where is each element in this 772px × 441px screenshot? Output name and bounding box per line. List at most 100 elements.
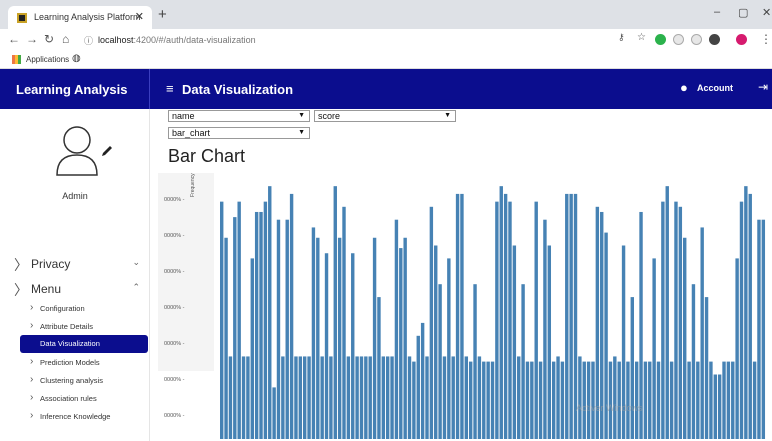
bar [630, 297, 634, 439]
bar [669, 361, 674, 439]
chevron-right-icon: 〉 [14, 257, 28, 273]
bar [254, 211, 259, 439]
profile-icon[interactable] [736, 34, 747, 45]
bar [683, 237, 687, 439]
bar [490, 361, 495, 439]
browser-tab[interactable]: Learning Analysis Platform ✕ [8, 6, 152, 29]
bar [482, 361, 486, 439]
key-icon[interactable]: ⚷ [618, 32, 625, 43]
address-bar[interactable]: ⓘ localhost:4200/#/auth/data-visualizati… [84, 31, 674, 49]
bar [316, 237, 320, 439]
bar [416, 335, 420, 439]
user-name: Admin [62, 191, 88, 201]
sidebar-item-configuration[interactable]: › Configuration [20, 300, 148, 318]
sidebar-item-data-visualization[interactable]: Data Visualization [20, 335, 148, 353]
bar [565, 193, 569, 439]
reload-icon[interactable]: ↻ [44, 32, 54, 46]
bar [739, 201, 744, 439]
sidebar-item-label: Clustering analysis [40, 376, 103, 385]
sidebar-item-attribute-details[interactable]: › Attribute Details [20, 318, 148, 336]
bar [368, 356, 372, 439]
bar [407, 356, 412, 439]
sidebar-item-inference-knowledge[interactable]: › Inference Knowledge [20, 408, 148, 426]
minimize-icon[interactable]: – [714, 6, 720, 18]
bookmark-applications[interactable]: Applications [26, 55, 69, 64]
app-header: Learning Analysis ≡ Data Visualization ●… [0, 69, 772, 109]
windows-watermark: Activer Windows [576, 403, 643, 413]
forward-icon[interactable]: → [26, 32, 38, 46]
bar [346, 356, 351, 439]
bar [364, 356, 368, 439]
bar [530, 361, 534, 439]
bar [394, 219, 399, 439]
sidebar-item-label: Inference Knowledge [40, 412, 111, 421]
new-tab-icon[interactable]: + [158, 6, 167, 23]
close-tab-icon[interactable]: ✕ [135, 10, 144, 23]
maximize-icon[interactable]: ▢ [738, 6, 748, 19]
bar [717, 374, 722, 439]
bookmarks-bar: Applications ◍ [0, 51, 772, 69]
bar [648, 361, 652, 439]
bar [220, 201, 224, 439]
chevron-right-icon: › [30, 374, 34, 385]
logout-icon[interactable]: ⇥ [758, 80, 768, 94]
bar [311, 227, 316, 439]
close-window-icon[interactable]: ✕ [762, 6, 771, 19]
bar [613, 356, 617, 439]
bar [460, 193, 464, 439]
app-brand: Learning Analysis [0, 69, 150, 109]
bar [385, 356, 390, 439]
bar [390, 356, 394, 439]
extension-check-icon[interactable] [655, 34, 666, 45]
bar [412, 361, 416, 439]
bar [224, 237, 228, 439]
hamburger-icon[interactable]: ≡ [166, 81, 174, 96]
menu-dots-icon[interactable]: ⋮ [760, 32, 772, 46]
url-host: localhost [98, 35, 134, 45]
bar [355, 356, 359, 439]
bookmark-star-icon[interactable]: ☆ [637, 32, 646, 43]
bar [337, 237, 342, 439]
extension-download-icon[interactable] [691, 34, 702, 45]
bar [250, 258, 254, 439]
bar [233, 217, 237, 439]
sidebar-item-label: Prediction Models [40, 358, 100, 367]
bar [324, 253, 329, 439]
account-icon[interactable]: ● [680, 80, 688, 95]
extension-dark-icon[interactable] [709, 34, 720, 45]
bar [665, 186, 669, 439]
bar [377, 297, 381, 439]
home-icon[interactable]: ⌂ [62, 32, 69, 46]
bar [434, 245, 438, 439]
bar [512, 245, 517, 439]
bar [643, 361, 648, 439]
bar [735, 258, 739, 439]
bar [704, 297, 709, 439]
bar [661, 201, 665, 439]
bar [652, 258, 656, 439]
extension-s-icon[interactable] [673, 34, 684, 45]
bar [272, 387, 276, 439]
sidebar: Admin 〉 Privacy ⌄ 〉 Menu ⌃ › Configurati… [0, 109, 150, 441]
chrome-web-store-icon[interactable]: ◍ [72, 53, 81, 64]
bar [608, 361, 613, 439]
sidebar-item-label: Data Visualization [40, 339, 100, 348]
sidebar-item-clustering-analysis[interactable]: › Clustering analysis [20, 372, 148, 390]
bar [586, 361, 591, 439]
bar [674, 201, 678, 439]
bar [281, 356, 285, 439]
bar [744, 186, 748, 439]
bar [503, 193, 508, 439]
bar [302, 356, 307, 439]
bar [499, 186, 503, 439]
account-button[interactable]: Account [697, 83, 733, 93]
bar [578, 356, 582, 439]
bar [556, 356, 560, 439]
sidebar-item-prediction-models[interactable]: › Prediction Models [20, 354, 148, 372]
bar [263, 201, 268, 439]
bar [726, 361, 731, 439]
back-icon[interactable]: ← [8, 32, 20, 46]
bar [508, 201, 512, 439]
sidebar-item-association-rules[interactable]: › Association rules [20, 390, 148, 408]
edit-pencil-icon[interactable] [101, 145, 113, 157]
